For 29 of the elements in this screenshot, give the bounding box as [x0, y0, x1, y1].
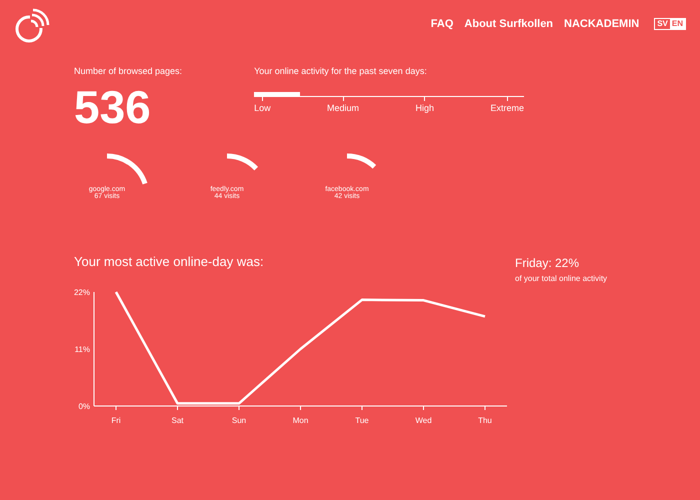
activity-label: Your online activity for the past seven days:	[254, 66, 428, 76]
nav-link[interactable]: NACKADEMIN	[564, 18, 640, 30]
y-tick-label: 11%	[74, 345, 90, 354]
visits-gauge	[106, 154, 148, 185]
x-tick-label: Thu	[478, 416, 492, 425]
section-title: Your most active online-day was:	[74, 254, 265, 269]
x-tick-label: Tue	[355, 416, 369, 425]
language-option[interactable]: SV	[655, 19, 670, 29]
scale-label: Extreme	[490, 103, 524, 113]
browsed-label: Number of browsed pages:	[74, 66, 182, 76]
language-option[interactable]: EN	[670, 19, 685, 29]
nav-link[interactable]: About Surfkollen	[464, 18, 554, 30]
y-tick-label: 0%	[78, 402, 90, 411]
y-tick-label: 22%	[74, 288, 90, 297]
visits-gauge	[226, 154, 258, 170]
x-tick-label: Sun	[232, 416, 246, 425]
x-tick-label: Wed	[415, 416, 432, 425]
highlight-caption: of your total online activity	[515, 274, 608, 283]
x-tick-label: Sat	[172, 416, 184, 425]
browsed-count: 536	[74, 84, 152, 130]
scale-label: Low	[254, 103, 271, 113]
visits-gauge	[346, 154, 376, 169]
scale-label: High	[416, 103, 434, 113]
scale-label: Medium	[327, 103, 360, 113]
x-tick-label: Fri	[111, 416, 121, 425]
logo-icon[interactable]	[14, 8, 50, 44]
nav-link[interactable]: FAQ	[430, 18, 454, 30]
highlight-value: Friday: 22%	[515, 256, 580, 270]
x-tick-label: Mon	[292, 416, 308, 425]
